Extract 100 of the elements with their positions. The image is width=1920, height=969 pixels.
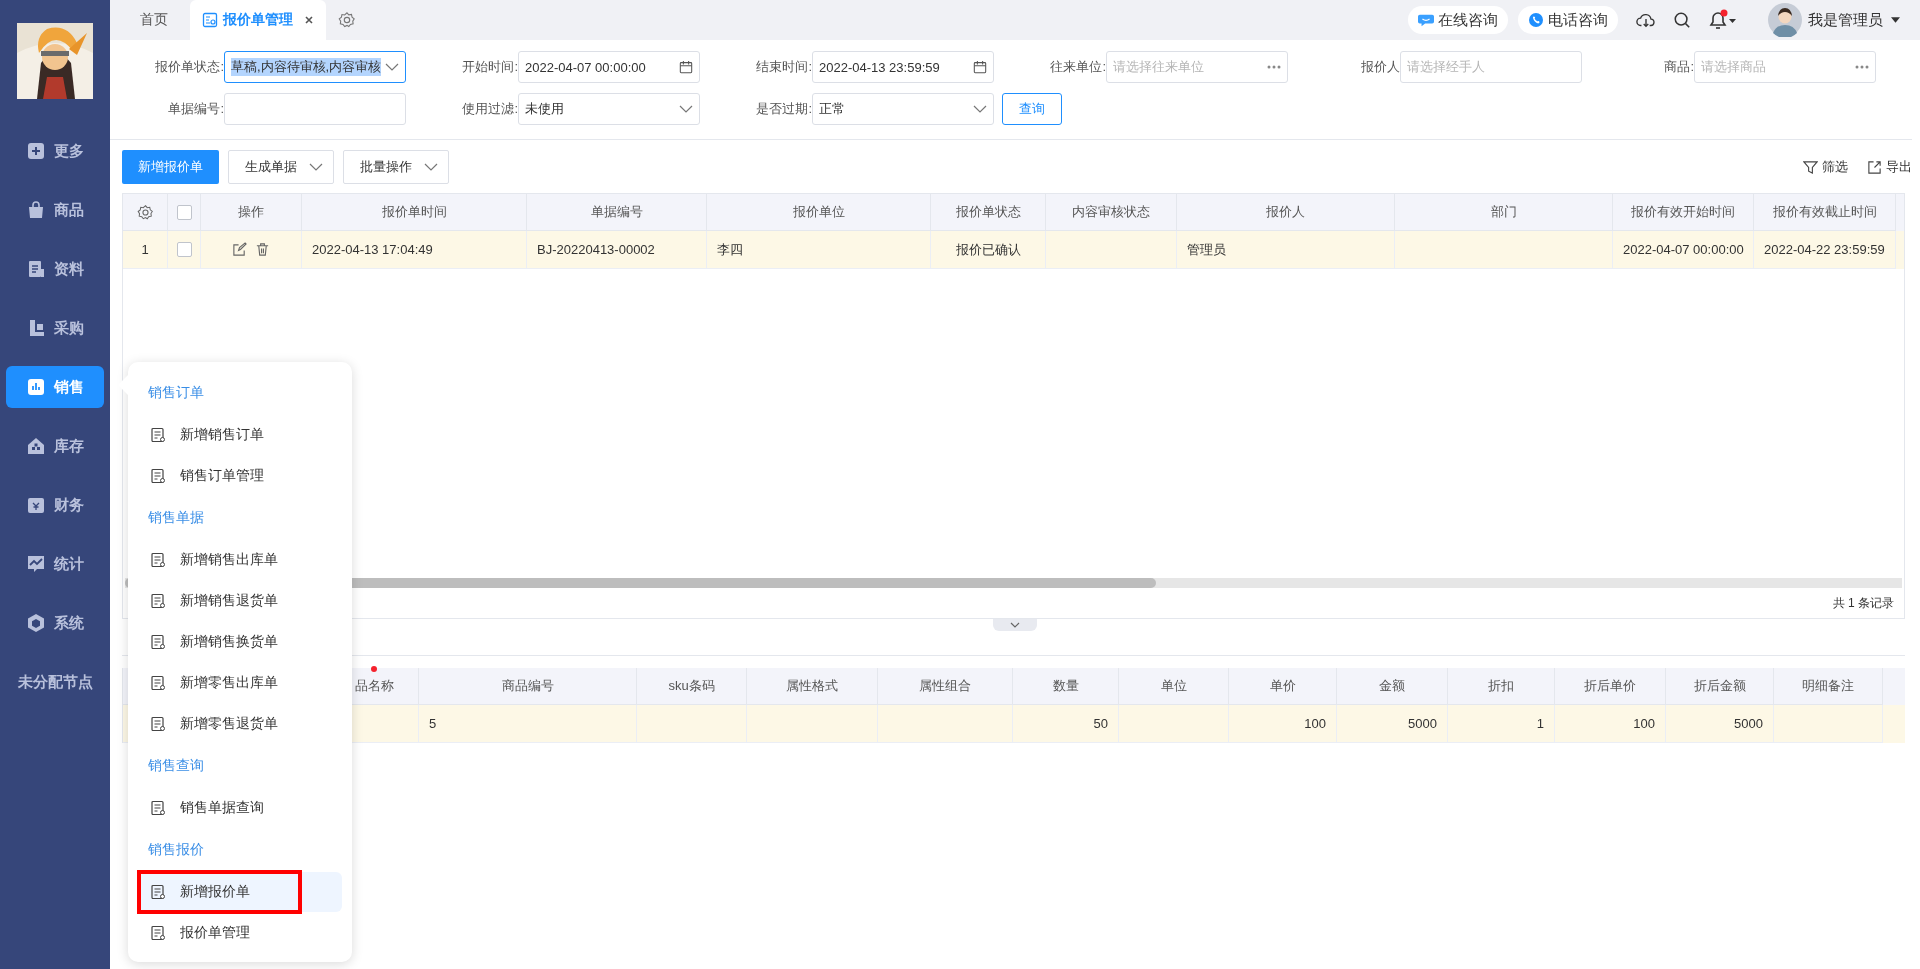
dropdown-button[interactable]: 生成单据 (228, 150, 334, 184)
cloud-icon[interactable] (1636, 11, 1656, 29)
table-cell: 管理员 (1177, 231, 1395, 269)
online-consult-button[interactable]: 在线咨询 (1408, 6, 1508, 34)
edit-icon[interactable] (232, 242, 247, 257)
table-cell: 2022-04-07 00:00:00 (1613, 231, 1754, 269)
funnel-icon (1803, 159, 1818, 175)
dropdown-button[interactable]: 批量操作 (343, 150, 449, 184)
trash-icon[interactable] (255, 242, 270, 257)
table-cell: 100 (1555, 705, 1666, 743)
bag-icon (26, 200, 46, 220)
chevron-down-icon (1010, 622, 1020, 628)
export-icon (1867, 159, 1882, 175)
menu-item[interactable]: 销售单据查询 (140, 788, 342, 828)
sidebar-item[interactable]: 采购 (6, 307, 104, 349)
document-icon (150, 884, 166, 900)
filter-label: 报价单状态: (154, 58, 224, 76)
export-button[interactable]: 导出 (1867, 158, 1912, 176)
menu-group-title: 销售报价 (147, 840, 205, 859)
filter-label: 往来单位: (1049, 58, 1106, 76)
table-cell: 报价已确认 (931, 231, 1046, 269)
filter-label: 单据编号: (167, 100, 224, 118)
sidebar-item[interactable]: 更多 (6, 130, 104, 172)
sidebar-item[interactable]: 商品 (6, 189, 104, 231)
close-icon[interactable] (304, 15, 314, 25)
menu-item[interactable]: 新增销售出库单 (140, 540, 342, 580)
table-cell: 5000 (1337, 705, 1448, 743)
hexagon-icon (26, 613, 46, 633)
page-tab[interactable]: 首页 (130, 0, 178, 40)
filter-label: 开始时间: (461, 58, 518, 76)
sidebar-item[interactable]: 统计 (6, 543, 104, 585)
filter-label: 报价人 (1360, 58, 1400, 76)
checkbox[interactable] (176, 242, 192, 257)
search-icon[interactable] (1672, 11, 1692, 29)
document-icon (150, 716, 166, 732)
document-icon (150, 675, 166, 691)
table-cell: BJ-20220413-00002 (527, 231, 707, 269)
bell-icon[interactable] (1708, 9, 1738, 31)
table-cell: 1 (1448, 705, 1555, 743)
menu-item[interactable]: 新增销售订单 (140, 415, 342, 455)
menu-item[interactable]: 销售订单管理 (140, 456, 342, 496)
document-icon (150, 552, 166, 568)
row-number: 1 (123, 231, 168, 269)
document-icon (150, 925, 166, 941)
sidebar-item[interactable]: 财务 (6, 484, 104, 526)
menu-item[interactable]: 新增销售换货单 (140, 622, 342, 662)
avatar-icon[interactable] (1768, 3, 1802, 37)
document-icon (150, 593, 166, 609)
menu-item[interactable]: 报价单管理 (140, 913, 342, 953)
menu-item[interactable]: 新增报价单 (140, 872, 342, 912)
table-cell: 5000 (1666, 705, 1774, 743)
document-icon (150, 468, 166, 484)
menu-item[interactable]: 新增零售退货单 (140, 704, 342, 744)
bar-chart-icon (26, 377, 46, 397)
table-cell: 李四 (707, 231, 931, 269)
filter-field[interactable]: 未使用 (518, 93, 700, 125)
sidebar-item[interactable]: 系统 (6, 602, 104, 644)
table-cell: 50 (1013, 705, 1119, 743)
filter-button[interactable]: 筛选 (1803, 158, 1848, 176)
table-cell: 5 (419, 705, 637, 743)
settings-icon[interactable] (136, 203, 154, 221)
checkbox[interactable] (176, 204, 192, 220)
filter-label: 是否过期: (755, 100, 812, 118)
caret-icon (1891, 17, 1900, 23)
chevron-down-icon (424, 163, 438, 171)
filter-label: 使用过滤: (461, 100, 518, 118)
filter-label: 结束时间: (755, 58, 812, 76)
chat-icon (1418, 13, 1434, 27)
filter-label: 商品: (1663, 58, 1694, 76)
document-icon (26, 259, 46, 279)
table-cell: 100 (1229, 705, 1337, 743)
menu-group-title: 销售订单 (147, 383, 205, 402)
calendar-icon (679, 60, 693, 74)
filter-field[interactable]: 2022-04-07 00:00:00 (518, 51, 700, 83)
table-cell: 2022-04-13 17:04:49 (302, 231, 527, 269)
sidebar-item[interactable]: 资料 (6, 248, 104, 290)
phone-icon (1528, 13, 1544, 27)
sidebar-item[interactable]: 库存 (6, 425, 104, 467)
document-icon (150, 427, 166, 443)
phone-consult-button[interactable]: 电话咨询 (1518, 6, 1618, 34)
chevron-down-icon (309, 163, 323, 171)
table-cell: 2022-04-22 23:59:59 (1754, 231, 1896, 269)
document-icon (150, 634, 166, 650)
user-menu[interactable]: 我是管理员 (1808, 10, 1900, 30)
house-icon (26, 436, 46, 456)
document-icon (202, 12, 218, 28)
wallet-icon (26, 495, 46, 515)
settings-icon[interactable] (338, 11, 356, 29)
record-count: 共 1 条记录 (1832, 594, 1894, 612)
filter-field[interactable]: 草稿,内容待审核,内容审核 (224, 51, 406, 83)
menu-group-title: 销售单据 (147, 508, 205, 527)
filter-field[interactable]: 正常 (812, 93, 994, 125)
filter-field[interactable]: 2022-04-13 23:59:59 (812, 51, 994, 83)
menu-item[interactable]: 新增销售退货单 (140, 581, 342, 621)
filter-field[interactable] (224, 93, 406, 125)
sidebar-item[interactable]: 未分配节点 (6, 661, 104, 703)
calendar-icon (973, 60, 987, 74)
plus-icon (26, 141, 46, 161)
collapse-handle[interactable] (993, 619, 1037, 631)
trend-icon (26, 554, 46, 574)
